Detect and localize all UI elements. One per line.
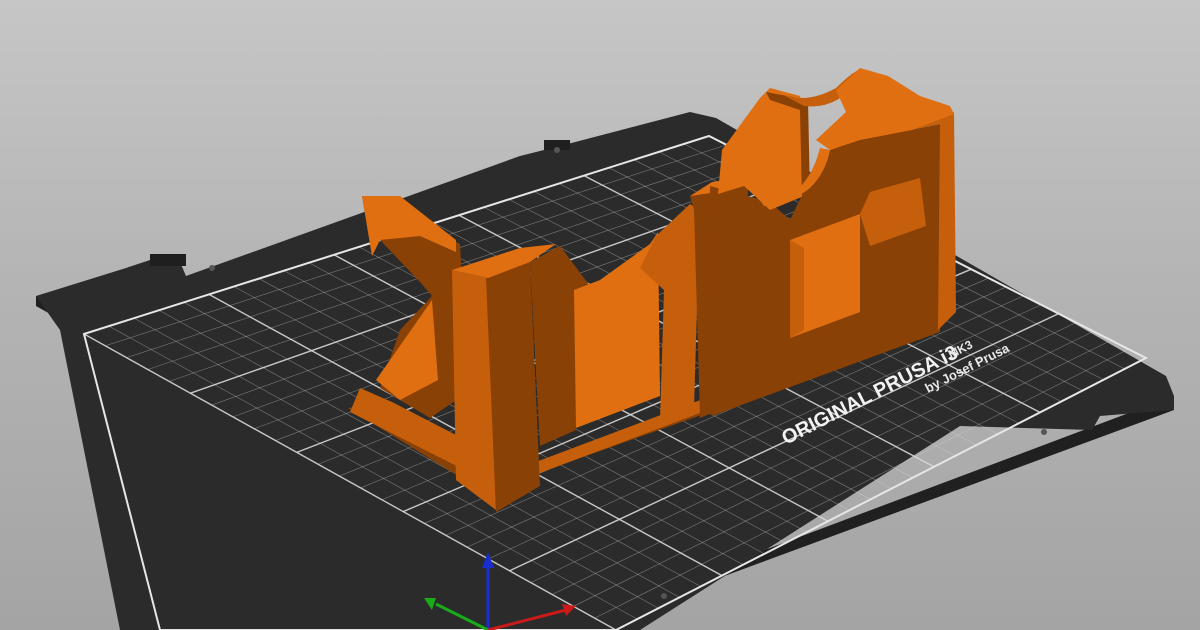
bed-clip	[150, 254, 186, 266]
scene-canvas[interactable]: ORIGINAL PRUSA i3 MK3 by Josef Prusa	[0, 0, 1200, 630]
bed-hole	[554, 147, 560, 153]
bed-hole	[209, 265, 215, 271]
bed-hole	[661, 593, 667, 599]
3d-viewport[interactable]: ORIGINAL PRUSA i3 MK3 by Josef Prusa	[0, 0, 1200, 630]
bed-hole	[1041, 429, 1047, 435]
